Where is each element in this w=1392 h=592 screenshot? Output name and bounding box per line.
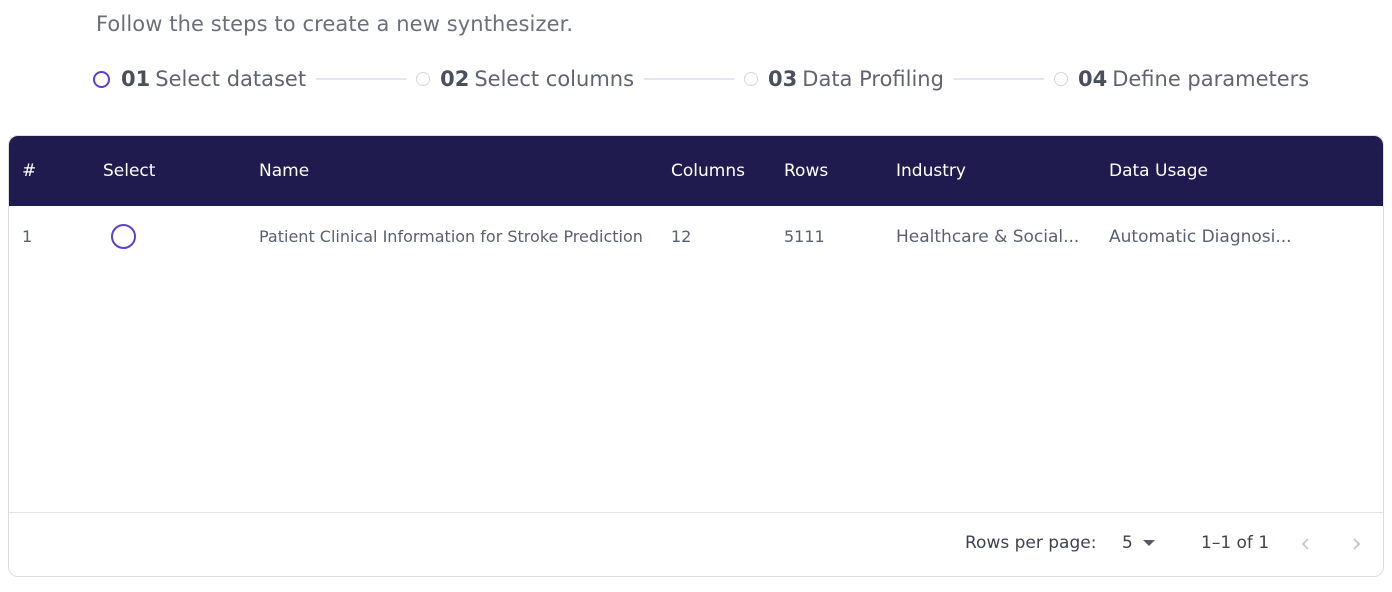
- next-page-button[interactable]: [1341, 527, 1371, 561]
- dataset-name: Patient Clinical Information for Stroke …: [259, 227, 643, 246]
- page-range-info: 1–1 of 1: [1201, 533, 1270, 553]
- column-header-select: Select: [103, 161, 156, 181]
- column-header-index: #: [22, 161, 37, 181]
- step-number: 02: [440, 67, 470, 91]
- table-pagination: Rows per page: 5 1–1 of 1: [9, 512, 1383, 576]
- table-row[interactable]: 1 Patient Clinical Information for Strok…: [9, 206, 1383, 268]
- step-select-columns[interactable]: 02 Select columns: [416, 67, 634, 91]
- table-header: # Select Name Columns Rows Industry Data…: [9, 136, 1383, 206]
- step-label: Data Profiling: [802, 67, 944, 91]
- step-indicator-icon: [744, 72, 759, 86]
- step-number: 01: [121, 67, 151, 91]
- dataset-table: # Select Name Columns Rows Industry Data…: [8, 135, 1384, 577]
- rows-per-page-label: Rows per page:: [965, 533, 1097, 553]
- dataset-industry: Healthcare & Social...: [896, 227, 1080, 247]
- step-define-parameters[interactable]: 04 Define parameters: [1053, 67, 1310, 91]
- row-index: 1: [22, 227, 33, 246]
- step-label: Select columns: [474, 67, 635, 91]
- column-header-data-usage[interactable]: Data Usage: [1109, 136, 1208, 206]
- column-header-rows[interactable]: Rows: [784, 136, 828, 206]
- select-radio[interactable]: [111, 224, 136, 249]
- chevron-left-icon: [1301, 538, 1309, 550]
- step-indicator-icon: [93, 70, 110, 88]
- step-data-profiling[interactable]: 03 Data Profiling: [744, 67, 944, 91]
- caret-down-icon: [1142, 540, 1155, 546]
- step-number: 03: [768, 67, 798, 91]
- step-indicator-icon: [416, 72, 431, 86]
- step-connector: [316, 78, 407, 80]
- step-label: Select dataset: [155, 67, 307, 91]
- dataset-data-usage: Automatic Diagnosi...: [1109, 227, 1292, 247]
- step-select-dataset[interactable]: 01 Select dataset: [93, 67, 306, 91]
- step-label: Define parameters: [1112, 67, 1310, 91]
- step-connector: [953, 78, 1044, 80]
- column-header-columns[interactable]: Columns: [671, 136, 745, 206]
- rows-per-page-value: 5: [1122, 533, 1133, 553]
- rows-per-page-select[interactable]: 5: [1122, 533, 1155, 553]
- column-header-name[interactable]: Name: [259, 136, 309, 206]
- previous-page-button[interactable]: [1291, 527, 1321, 561]
- chevron-right-icon: [1353, 538, 1361, 550]
- stepper: 01 Select dataset 02 Select columns 03 D…: [93, 64, 1309, 94]
- step-connector: [644, 78, 735, 80]
- page-subtitle: Follow the steps to create a new synthes…: [96, 12, 574, 36]
- step-indicator-icon: [1053, 72, 1068, 86]
- step-number: 04: [1077, 67, 1108, 91]
- column-header-industry[interactable]: Industry: [896, 136, 966, 206]
- dataset-rows: 5111: [784, 227, 825, 246]
- dataset-columns: 12: [671, 227, 692, 246]
